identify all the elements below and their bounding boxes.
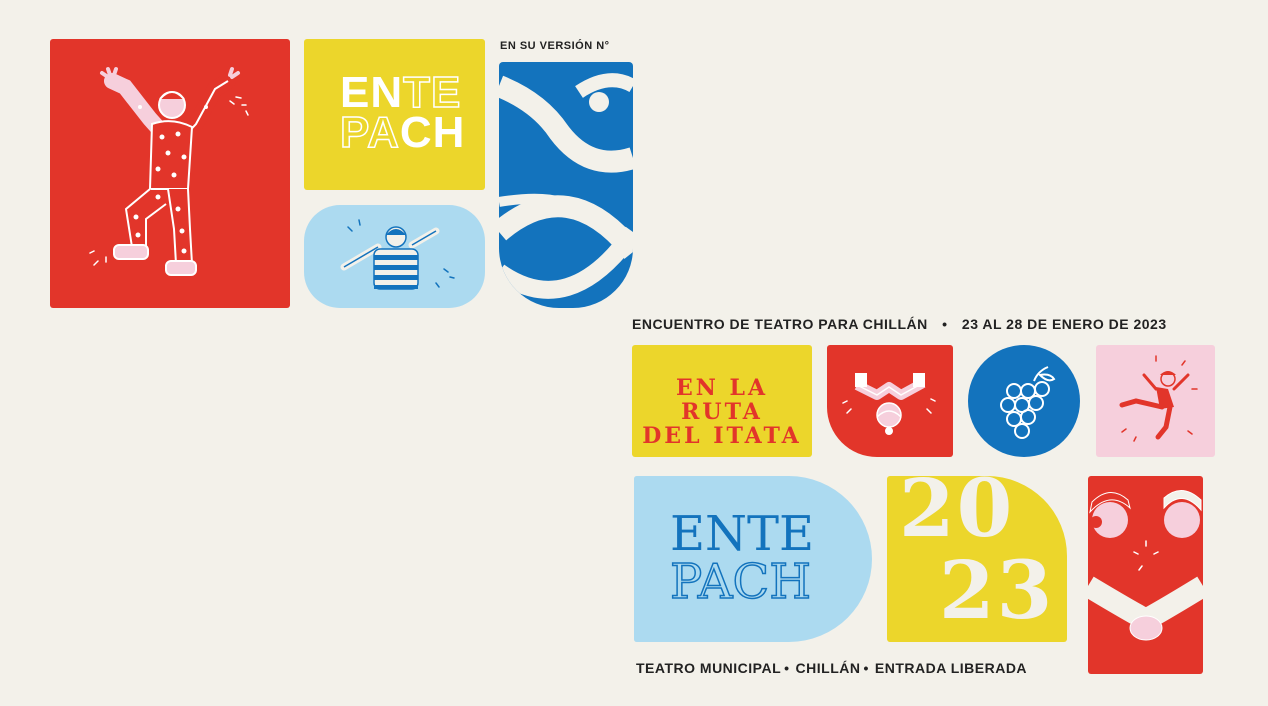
logo-text-solid: CH [399,108,466,157]
year-bottom: 23 [939,543,1055,637]
entry-info: ENTRADA LIBERADA [874,660,1028,676]
logo-line-2: PACH [339,110,465,156]
year-top: 20 [899,476,1015,555]
grapes-circle [968,345,1080,457]
kicking-dancer-illustration [1119,355,1198,442]
separator-dot: • [942,316,948,332]
edition-number-graphic [499,73,633,299]
two-people-holding-hands-illustration [1088,490,1203,641]
venue-name: TEATRO MUNICIPAL [636,660,782,676]
logo-text-outline: PA [339,108,400,157]
handshake-tile [1088,476,1203,674]
pink-dancer-tile [1096,345,1215,457]
route-tile: EN LA RUTA DEL ITATA [632,345,812,457]
event-title: ENCUENTRO DE TEATRO PARA CHILLÁN [632,316,928,332]
logo-line-1: ENTE [340,70,465,116]
pajama-dancer-illustration [89,67,249,276]
handstand-tile [827,345,953,457]
route-line-2: DEL ITATA [642,423,802,449]
venue-city: CHILLÁN [795,660,861,676]
dancer-red-tile [50,39,290,308]
entepach-logo-tile-yellow: ENTE PACH [304,39,485,190]
separator-dot: • [784,660,790,676]
route-line-1: EN LA RUTA [675,375,769,425]
handstand-performer-illustration [842,373,936,435]
edition-label: EN SU VERSIÓN N° [500,40,610,52]
grapes-icon [1000,366,1056,439]
separator-dot: • [863,660,869,676]
logo-line-1: ENTE [670,506,815,562]
entepach-logo-tile-blue: ENTE PACH [634,476,872,642]
striped-dancer-tile [304,205,485,308]
venue-line: TEATRO MUNICIPAL • CHILLÁN • ENTRADA LIBERAD… [636,660,1027,676]
year-tile: 20 23 [887,476,1067,642]
logo-line-2: PACH [669,554,812,610]
edition-number-tile [499,62,633,308]
event-dates: 23 AL 28 DE ENERO DE 2023 [961,316,1167,332]
event-header-line: ENCUENTRO DE TEATRO PARA CHILLÁN • 23 AL… [632,316,1167,332]
striped-shirt-dancer-illustration [340,219,455,290]
